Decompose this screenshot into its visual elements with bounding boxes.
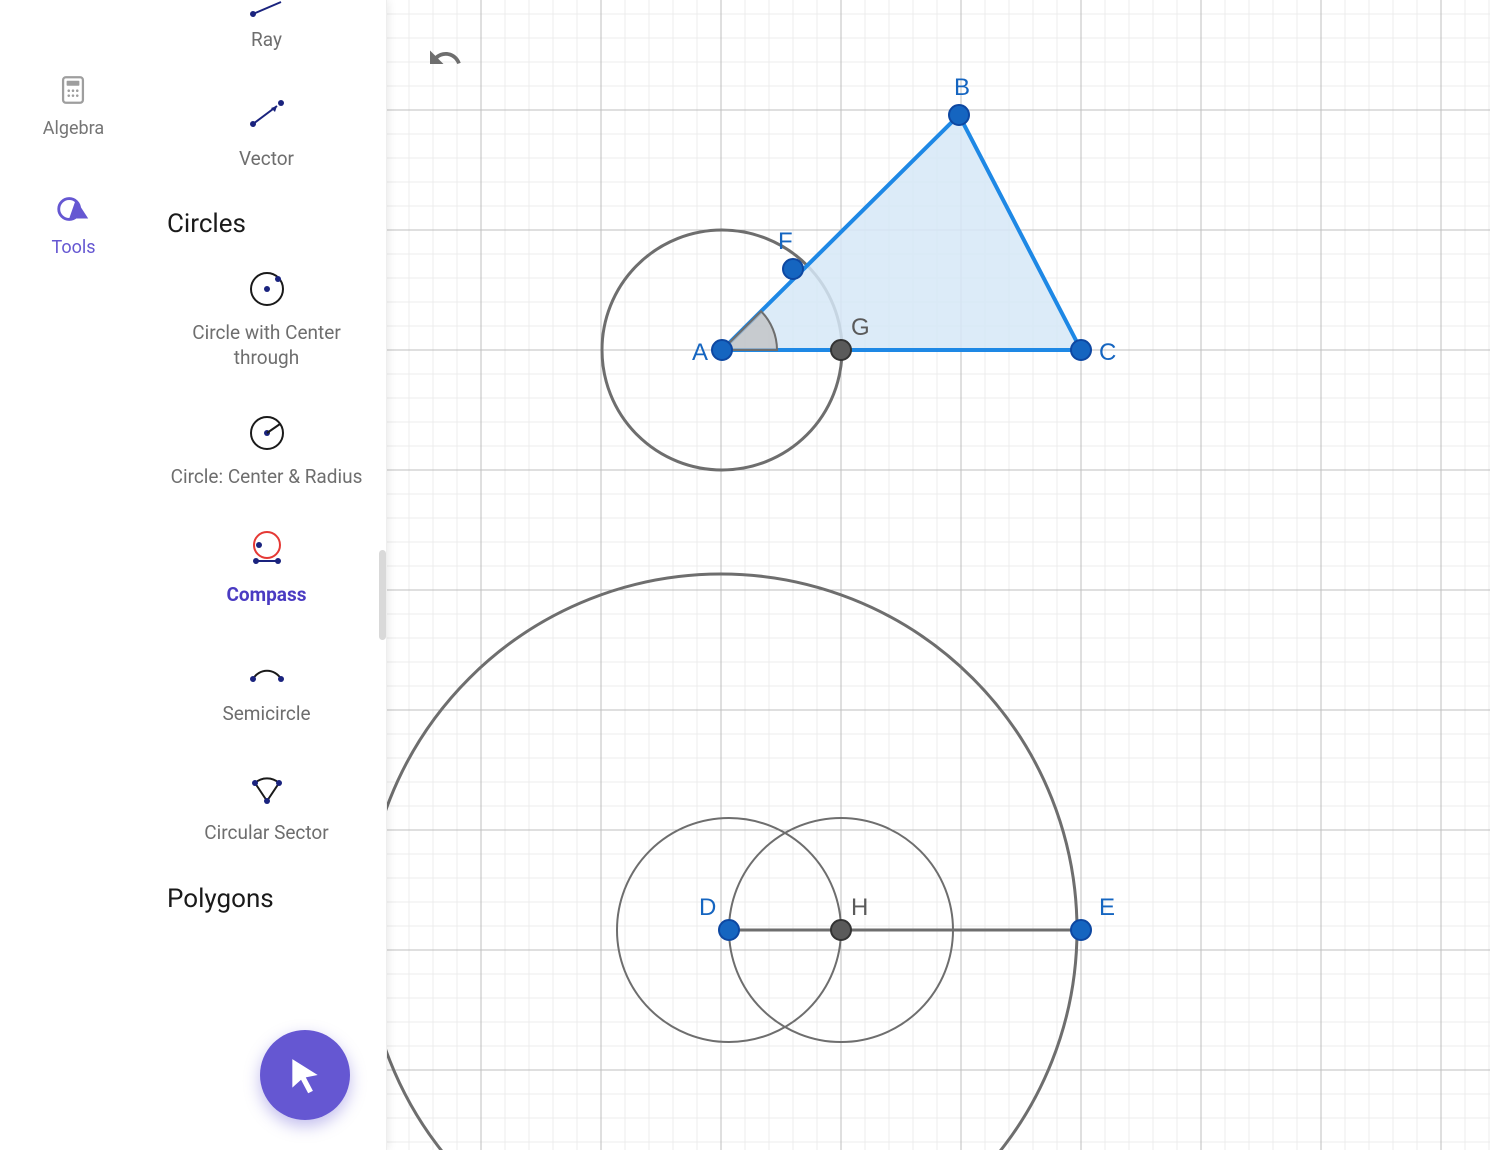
- section-header-polygons: Polygons: [167, 866, 274, 922]
- point-label-E: E: [1099, 894, 1115, 921]
- point-D[interactable]: [719, 920, 739, 940]
- compass-icon: [245, 529, 289, 573]
- section-header-circles: Circles: [167, 191, 246, 247]
- tool-circle-center-radius[interactable]: Circle: Center & Radius: [167, 391, 366, 510]
- tool-compass[interactable]: Compass: [167, 509, 366, 628]
- tool-label: Compass: [227, 583, 307, 608]
- tool-label: Circular Sector: [204, 821, 328, 846]
- semicircle-icon: [245, 648, 289, 692]
- point-B[interactable]: [949, 105, 969, 125]
- point-E[interactable]: [1071, 920, 1091, 940]
- tool-label: Vector: [239, 147, 294, 172]
- construction-circle[interactable]: [387, 574, 1077, 1150]
- circle-center-through-icon: [245, 267, 289, 311]
- tools-icon: [53, 189, 93, 229]
- ray-icon: [245, 0, 289, 18]
- tool-label: Circle with Center through: [167, 321, 366, 370]
- vector-icon: [245, 93, 289, 137]
- pointer-icon: [286, 1056, 324, 1094]
- calculator-icon: [53, 70, 93, 110]
- tool-semicircle[interactable]: Semicircle: [167, 628, 366, 747]
- tool-circle-center-through[interactable]: Circle with Center through: [167, 247, 366, 390]
- canvas-area[interactable]: A B C F G D E H: [387, 0, 1490, 1150]
- geometry-canvas[interactable]: A B C F G D E H: [387, 0, 1490, 1150]
- point-label-B: B: [954, 74, 970, 101]
- tools-panel: Ray Vector Circles Circle with Center th…: [147, 0, 387, 1150]
- tool-vector[interactable]: Vector: [167, 73, 366, 192]
- tool-ray[interactable]: Ray: [167, 0, 366, 73]
- point-G[interactable]: [831, 340, 851, 360]
- triangle-abc[interactable]: [722, 115, 1081, 350]
- undo-button[interactable]: [427, 40, 467, 80]
- tool-label: Ray: [251, 28, 282, 53]
- point-F[interactable]: [783, 259, 803, 279]
- point-H[interactable]: [831, 920, 851, 940]
- point-label-G: G: [851, 314, 870, 341]
- point-C[interactable]: [1071, 340, 1091, 360]
- tool-label: Circle: Center & Radius: [171, 465, 363, 490]
- rail-label: Tools: [51, 237, 95, 258]
- point-label-C: C: [1099, 339, 1116, 366]
- point-label-A: A: [692, 339, 708, 366]
- tool-label: Semicircle: [222, 702, 310, 727]
- point-A[interactable]: [712, 340, 732, 360]
- rail-label: Algebra: [43, 118, 104, 139]
- app-root: Algebra Tools Ray: [0, 0, 1490, 1150]
- point-label-F: F: [778, 228, 793, 255]
- point-label-D: D: [699, 894, 716, 921]
- rail-item-algebra[interactable]: Algebra: [43, 70, 104, 139]
- pointer-fab[interactable]: [260, 1030, 350, 1120]
- rail-item-tools[interactable]: Tools: [51, 189, 95, 258]
- tool-circular-sector[interactable]: Circular Sector: [167, 747, 366, 866]
- left-rail: Algebra Tools: [0, 0, 147, 1150]
- scrollbar[interactable]: [379, 550, 386, 640]
- circular-sector-icon: [245, 767, 289, 811]
- point-label-H: H: [851, 894, 868, 921]
- circle-center-radius-icon: [245, 411, 289, 455]
